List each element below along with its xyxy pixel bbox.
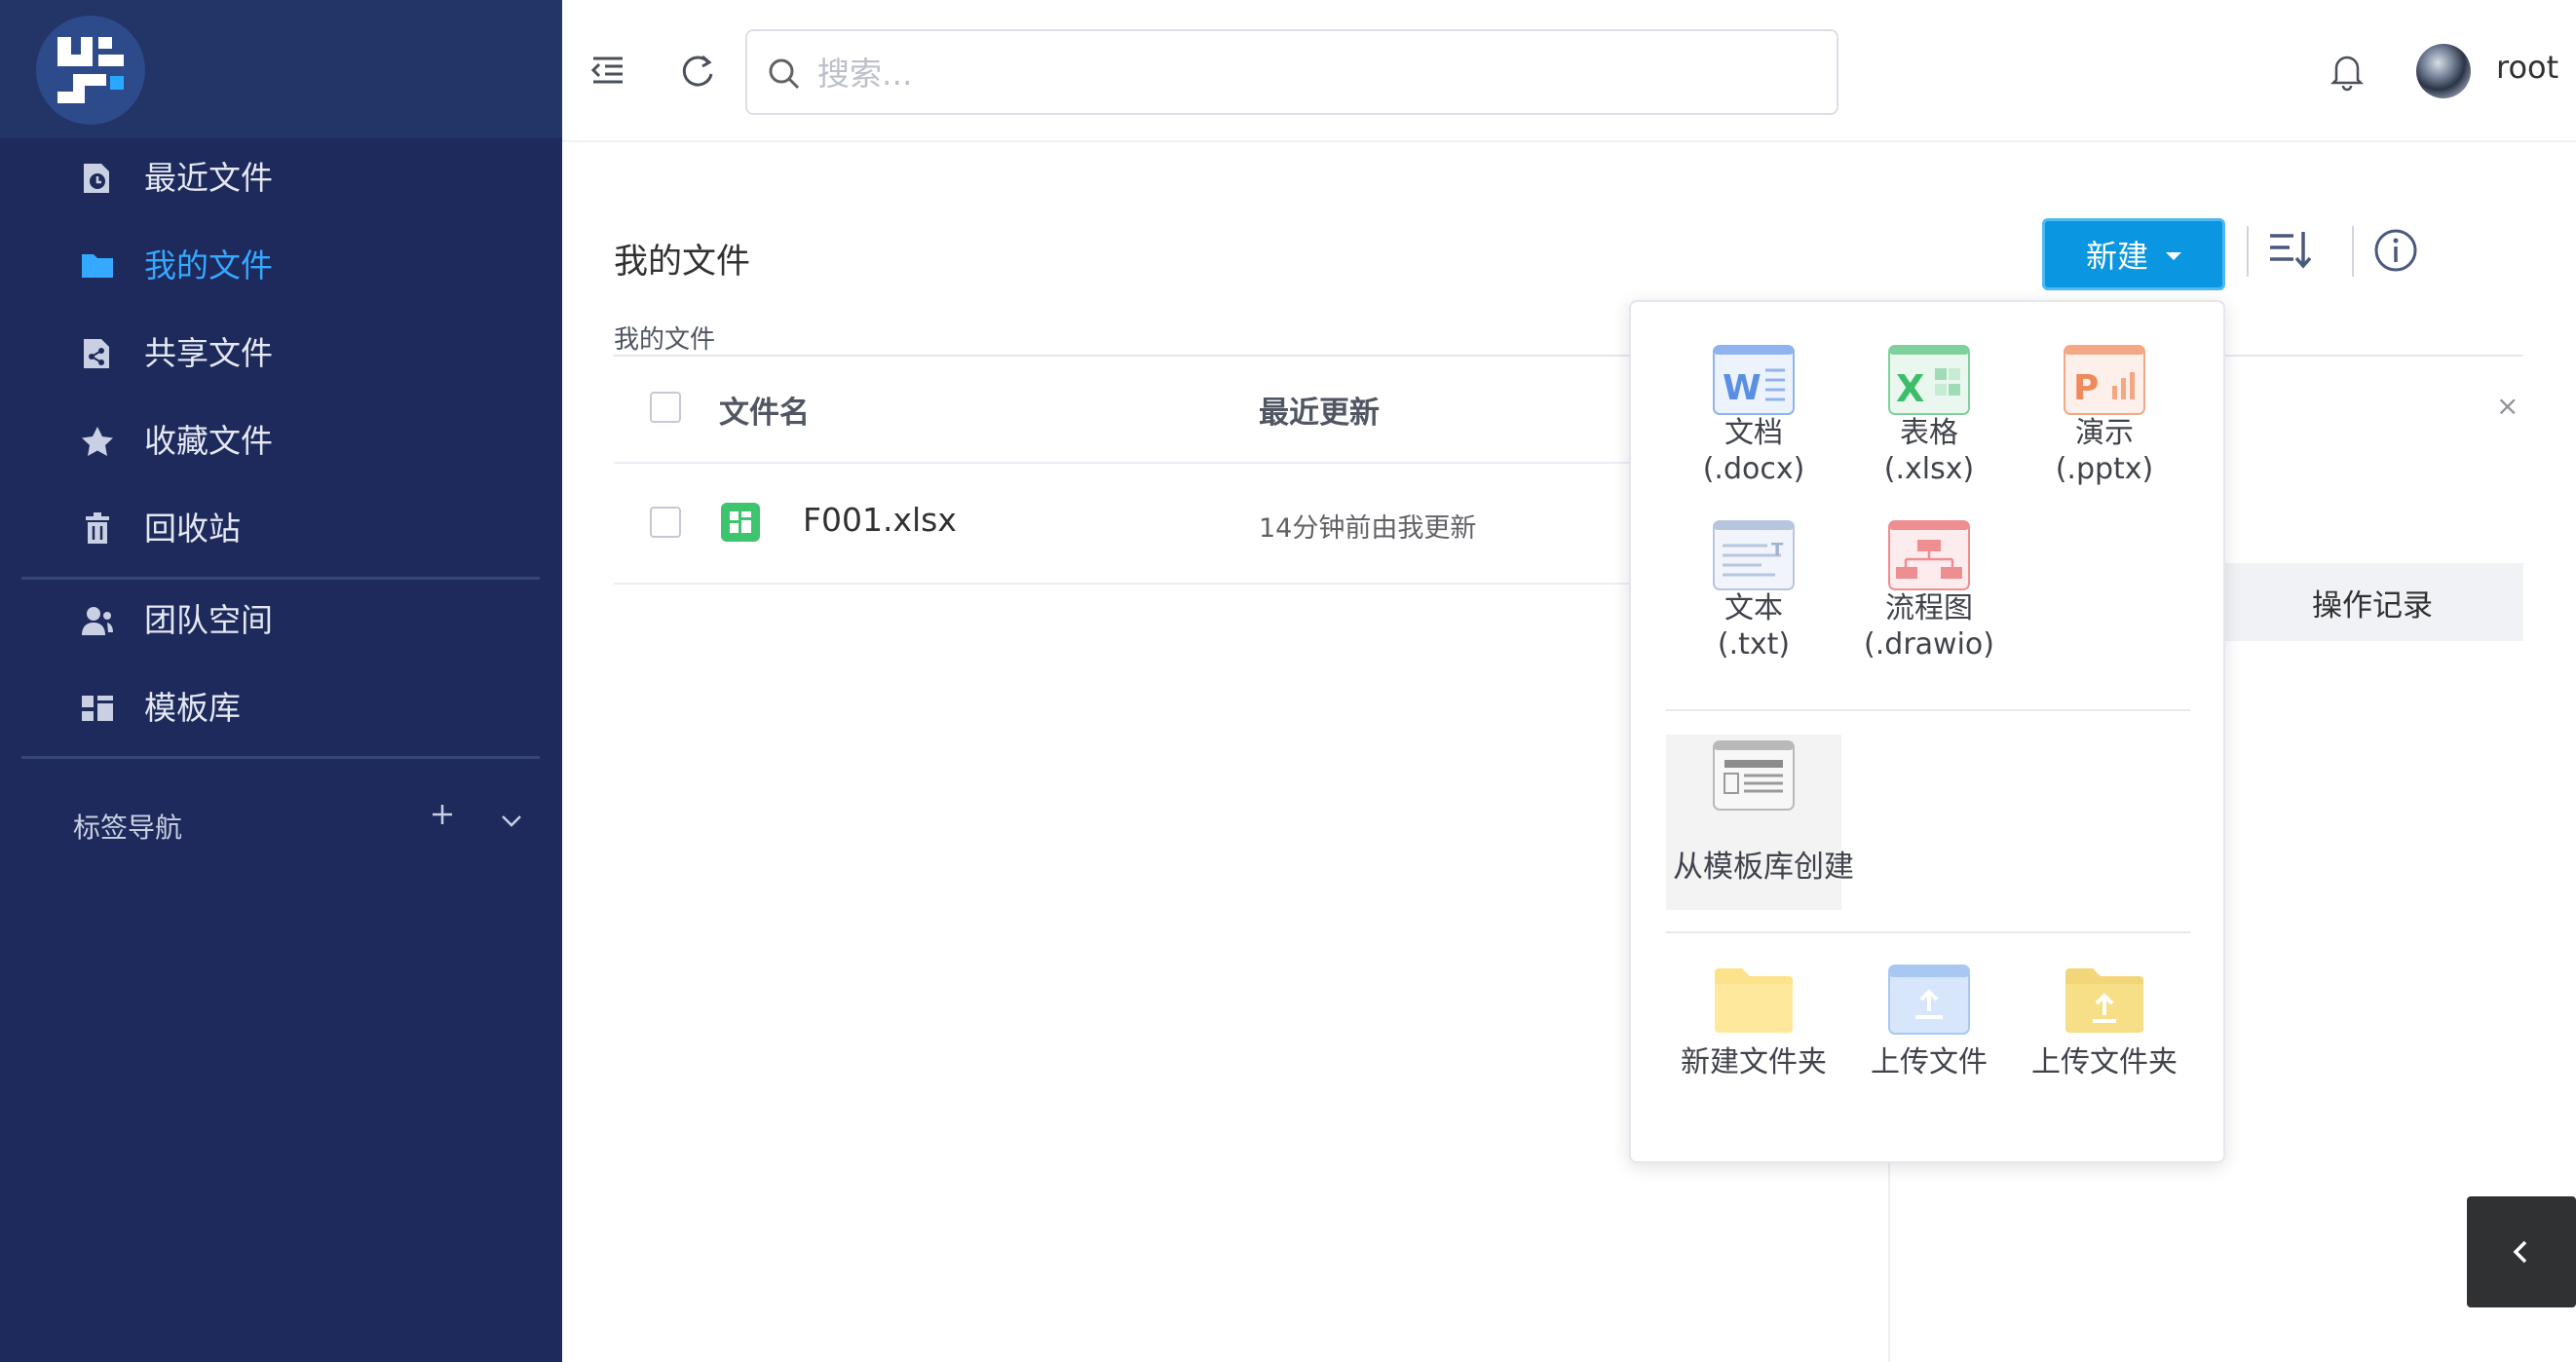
create-docx[interactable]: W 文档 (.docx): [1666, 345, 1841, 487]
create-from-template[interactable]: 从模板库创建: [1666, 735, 1854, 910]
docx-ext: (.docx): [1702, 452, 1805, 486]
tab-label: 操作记录: [2312, 587, 2433, 624]
share-file-icon: [84, 339, 109, 368]
pptx-ext: (.pptx): [2055, 452, 2154, 486]
template-label: 从模板库创建: [1673, 850, 1854, 885]
collapse-panel-button[interactable]: [2467, 1196, 2576, 1307]
dropdown-divider: [1666, 709, 2190, 711]
avatar[interactable]: [2416, 44, 2471, 98]
refresh-icon[interactable]: [675, 49, 720, 94]
drawio-icon: [1888, 520, 1970, 590]
sort-icon[interactable]: [2266, 226, 2315, 275]
search-icon: [769, 58, 800, 90]
team-icon: [82, 607, 113, 635]
toolbar-divider: [2352, 226, 2354, 277]
logo-area: [0, 0, 562, 138]
xlsx-file-icon: [721, 503, 760, 542]
create-txt[interactable]: T 文本 (.txt): [1666, 520, 1841, 662]
pptx-icon: P: [2064, 345, 2145, 415]
breadcrumb-divider: [614, 355, 2523, 357]
dropdown-divider: [1666, 931, 2190, 933]
column-header-updated[interactable]: 最近更新: [1259, 388, 1380, 432]
sidebar-item-label: 共享文件: [144, 334, 273, 372]
upload-file[interactable]: 上传文件: [1841, 965, 2017, 1080]
sidebar-item-label: 模板库: [144, 689, 241, 727]
file-name[interactable]: F001.xlsx: [803, 501, 957, 539]
sidebar-item-my-files[interactable]: 我的文件: [0, 224, 562, 308]
svg-text:X: X: [1896, 367, 1924, 410]
docx-label: 文档: [1724, 416, 1783, 450]
logo[interactable]: [36, 16, 145, 125]
recent-file-icon: [84, 164, 109, 193]
xlsx-label: 表格: [1900, 416, 1958, 450]
upload-file-icon: [1888, 965, 1970, 1035]
select-all-checkbox[interactable]: [650, 392, 681, 423]
sidebar-item-team-space[interactable]: 团队空间: [0, 579, 562, 662]
create-xlsx[interactable]: X 表格 (.xlsx): [1841, 345, 2017, 487]
new-folder[interactable]: 新建文件夹: [1666, 965, 1841, 1080]
upload-file-label: 上传文件: [1871, 1045, 1988, 1079]
sidebar-item-templates[interactable]: 模板库: [0, 666, 562, 750]
breadcrumb[interactable]: 我的文件: [614, 320, 715, 356]
txt-label: 文本: [1724, 591, 1783, 625]
folder-icon: [82, 254, 113, 278]
new-dropdown-menu: W 文档 (.docx) X 表格 (.xlsx) P 演示 (.pptx) T…: [1629, 300, 2225, 1163]
new-folder-label: 新建文件夹: [1681, 1045, 1827, 1079]
template-icon: [1713, 740, 1795, 811]
template-icon: [82, 696, 113, 721]
svg-text:P: P: [2073, 368, 2099, 408]
sidebar-item-label: 最近文件: [144, 159, 273, 197]
xlsx-ext: (.xlsx): [1883, 452, 1975, 486]
create-drawio[interactable]: 流程图 (.drawio): [1841, 520, 2017, 662]
sidebar-item-label: 团队空间: [144, 601, 273, 639]
sidebar-item-label: 回收站: [144, 510, 241, 548]
folder-icon: [1715, 968, 1793, 1033]
close-icon[interactable]: ×: [2496, 390, 2519, 422]
drawio-label: 流程图: [1885, 591, 1973, 625]
page-title: 我的文件: [614, 243, 751, 282]
sidebar-divider: [21, 756, 540, 759]
sidebar-item-recycle-bin[interactable]: 回收站: [0, 487, 562, 571]
row-checkbox[interactable]: [650, 507, 681, 538]
svg-text:W: W: [1723, 368, 1762, 408]
sidebar-item-shared[interactable]: 共享文件: [0, 312, 562, 396]
menu-fold-icon[interactable]: [586, 49, 630, 94]
toolbar-divider: [2247, 226, 2249, 277]
txt-icon: T: [1713, 520, 1795, 590]
sidebar-item-recent[interactable]: 最近文件: [0, 136, 562, 220]
bell-icon[interactable]: [2325, 49, 2369, 94]
create-pptx[interactable]: P 演示 (.pptx): [2017, 345, 2192, 487]
new-button[interactable]: 新建: [2042, 218, 2225, 290]
docx-icon: W: [1713, 345, 1795, 415]
add-tag-icon[interactable]: [425, 797, 460, 832]
tab-operation-log[interactable]: 操作记录: [2221, 563, 2523, 641]
search-input[interactable]: [815, 43, 1813, 103]
new-button-label: 新建: [2085, 238, 2148, 275]
username[interactable]: root: [2496, 49, 2558, 86]
upload-folder-label: 上传文件夹: [2031, 1045, 2178, 1079]
star-icon: [82, 427, 113, 456]
pptx-label: 演示: [2075, 416, 2134, 450]
search-box[interactable]: [745, 29, 1838, 115]
tag-nav-label: 标签导航: [73, 812, 183, 844]
file-updated: 14分钟前由我更新: [1259, 513, 1477, 544]
sidebar-item-favorites[interactable]: 收藏文件: [0, 399, 562, 483]
caret-down-icon: [2166, 252, 2181, 260]
sidebar: 最近文件 我的文件 共享文件 收藏文件 回收站 团队空间 模板库 标签导航: [0, 0, 562, 1362]
sidebar-item-label: 我的文件: [144, 246, 273, 284]
info-icon[interactable]: [2371, 226, 2420, 275]
xlsx-icon: X: [1888, 345, 1970, 415]
upload-folder-icon: [2065, 968, 2143, 1033]
txt-ext: (.txt): [1717, 627, 1791, 662]
trash-icon: [86, 512, 109, 544]
upload-folder[interactable]: 上传文件夹: [2017, 965, 2192, 1080]
column-header-name[interactable]: 文件名: [719, 388, 810, 432]
svg-text:T: T: [1771, 540, 1784, 560]
chevron-down-icon[interactable]: [495, 805, 528, 838]
chevron-left-icon: [2513, 1240, 2527, 1264]
drawio-ext: (.drawio): [1864, 627, 1994, 662]
sidebar-item-label: 收藏文件: [144, 422, 273, 460]
